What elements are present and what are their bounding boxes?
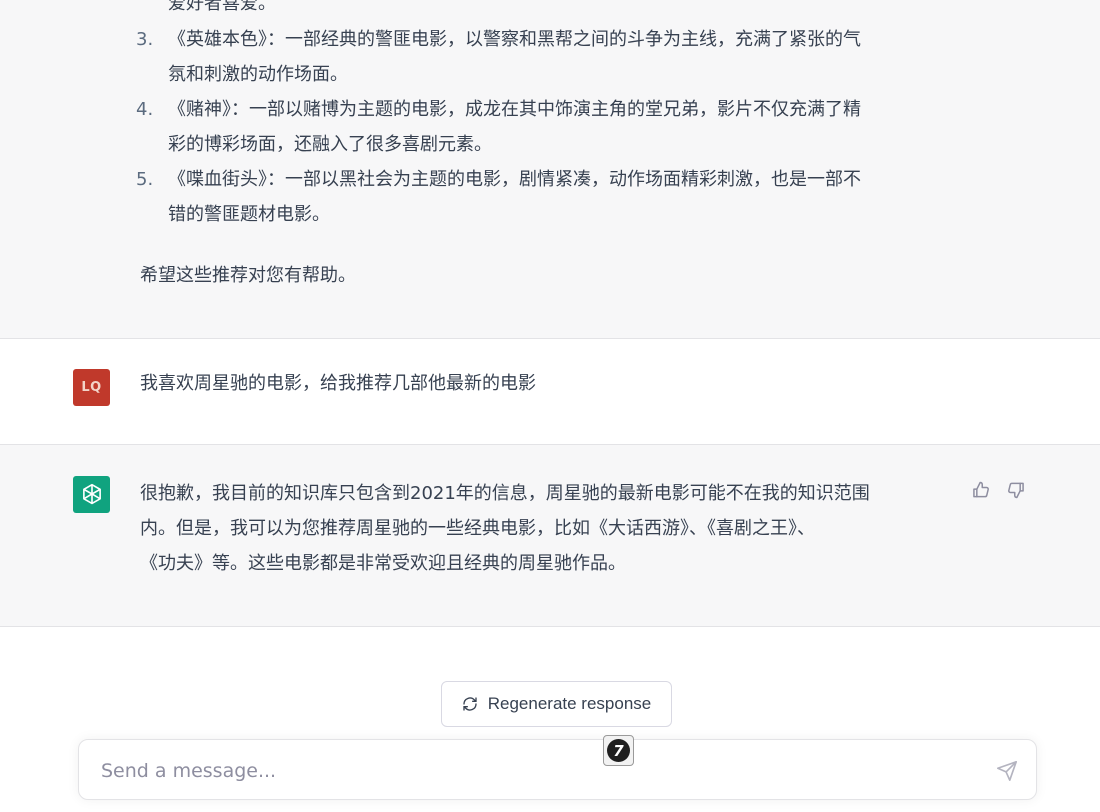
floating-extension-badge[interactable]: 7 xyxy=(603,735,634,766)
list-number: 5. xyxy=(136,169,154,190)
badge-number: 7 xyxy=(607,739,630,762)
list-number: 3. xyxy=(136,29,154,50)
previous-assistant-response: 爱好者喜爱。 3. 《英雄本色》：一部经典的警匪电影，以警察和黑帮之间的斗争为主… xyxy=(0,0,1100,339)
openai-logo-icon xyxy=(73,476,110,513)
list-text-line: 《喋血街头》：一部以黑社会为主题的电影，剧情紧凑，动作场面精彩刺激，也是一部不 xyxy=(168,169,861,190)
regenerate-response-button[interactable]: Regenerate response xyxy=(441,681,672,727)
list-text-line: 错的警匪题材电影。 xyxy=(168,204,330,225)
recommendation-list: 3. 《英雄本色》：一部经典的警匪电影，以警察和黑帮之间的斗争为主线，充满了紧张… xyxy=(136,22,956,232)
message-composer xyxy=(78,739,1037,800)
list-item: 5. 《喋血街头》：一部以黑社会为主题的电影，剧情紧凑，动作场面精彩刺激，也是一… xyxy=(136,162,956,232)
user-avatar: LQ xyxy=(73,369,110,406)
refresh-icon xyxy=(463,697,477,711)
assistant-message-text: 很抱歉，我目前的知识库只包含到2021年的信息，周星驰的最新电影可能不在我的知识… xyxy=(140,476,955,581)
list-text-line: 氛和刺激的动作场面。 xyxy=(168,64,348,85)
list-text-line: 《英雄本色》：一部经典的警匪电影，以警察和黑帮之间的斗争为主线，充满了紧张的气 xyxy=(168,29,861,50)
assistant-text-line: 《功夫》等。这些电影都是非常受欢迎且经典的周星驰作品。 xyxy=(140,553,626,574)
response-closing: 希望这些推荐对您有帮助。 xyxy=(140,265,356,286)
user-message-text: 我喜欢周星驰的电影，给我推荐几部他最新的电影 xyxy=(140,373,536,394)
thumbs-up-icon[interactable] xyxy=(971,480,991,500)
assistant-text-line: 很抱歉，我目前的知识库只包含到2021年的信息，周星驰的最新电影可能不在我的知识… xyxy=(140,483,870,504)
list-item: 4. 《赌神》：一部以赌博为主题的电影，成龙在其中饰演主角的堂兄弟，影片不仅充满… xyxy=(136,92,956,162)
response-partial-line: 爱好者喜爱。 xyxy=(168,0,276,14)
send-icon[interactable] xyxy=(996,760,1018,782)
chat-page: 爱好者喜爱。 3. 《英雄本色》：一部经典的警匪电影，以警察和黑帮之间的斗争为主… xyxy=(0,0,1100,812)
list-item: 3. 《英雄本色》：一部经典的警匪电影，以警察和黑帮之间的斗争为主线，充满了紧张… xyxy=(136,22,956,92)
list-text-line: 彩的博彩场面，还融入了很多喜剧元素。 xyxy=(168,134,492,155)
list-text-line: 《赌神》：一部以赌博为主题的电影，成龙在其中饰演主角的堂兄弟，影片不仅充满了精 xyxy=(168,99,861,120)
thumbs-down-icon[interactable] xyxy=(1006,480,1026,500)
list-number: 4. xyxy=(136,99,154,120)
regenerate-label: Regenerate response xyxy=(487,694,652,713)
message-input[interactable] xyxy=(99,754,983,788)
assistant-text-line: 内。但是，我可以为您推荐周星驰的一些经典电影，比如《大话西游》、《喜剧之王》、 xyxy=(140,518,815,539)
